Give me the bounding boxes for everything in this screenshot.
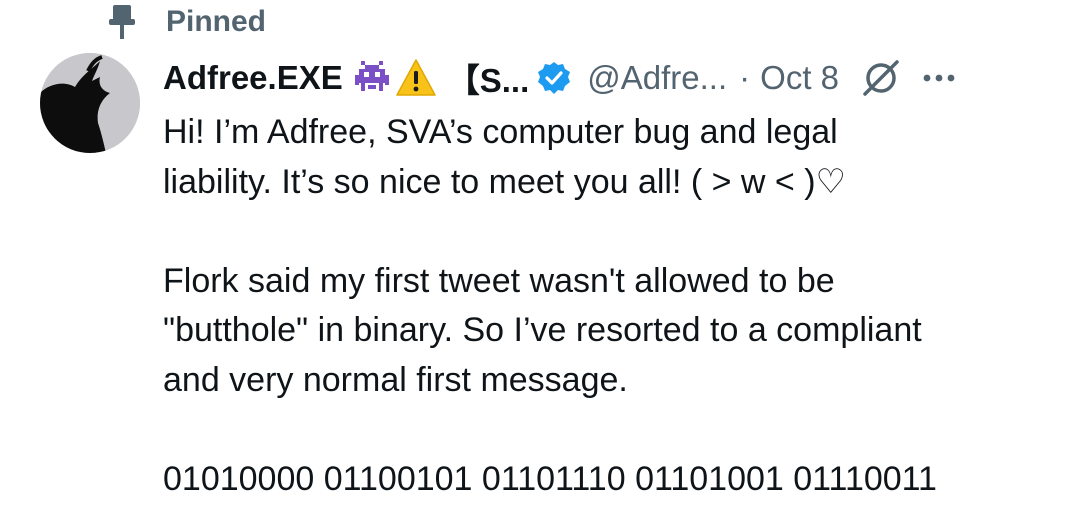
pinned-indicator: Pinned xyxy=(104,2,266,42)
author-handle[interactable]: @Adfre... xyxy=(587,59,727,97)
display-name-suffix[interactable]: 【S... xyxy=(447,54,530,102)
tweet-paragraph: 01010000 01100101 01101110 01101001 0111… xyxy=(163,455,1063,505)
alien-monster-icon xyxy=(351,57,393,99)
tweet-line: Flork said my first tweet wasn't allowed… xyxy=(163,261,835,300)
tweet-line: "butthole" in binary. So I’ve resorted t… xyxy=(163,311,922,349)
tweet-line: Hi! I’m Adfree, SVA’s computer bug and l… xyxy=(163,113,838,151)
tweet-date[interactable]: Oct 8 xyxy=(760,59,839,97)
tweet-paragraph: Hi! I’m Adfree, SVA’s computer bug and l… xyxy=(163,108,1063,207)
avatar[interactable] xyxy=(40,53,140,153)
tweet-paragraph: Flork said my first tweet wasn't allowed… xyxy=(163,257,1063,406)
tweet-header: Adfree.EXE 【S... @Adfre... · Oct 8 xyxy=(163,54,1063,102)
warning-icon xyxy=(395,57,437,99)
verified-badge-icon xyxy=(537,61,571,95)
pinned-label: Pinned xyxy=(166,5,267,38)
more-options-icon[interactable] xyxy=(919,58,959,98)
tweet-line: and very normal first message. xyxy=(163,360,628,399)
tweet-text: Hi! I’m Adfree, SVA’s computer bug and l… xyxy=(163,108,1063,504)
grok-icon[interactable] xyxy=(861,58,901,98)
tweet-line: 01010000 01100101 01101110 01101001 0111… xyxy=(163,459,937,498)
separator-dot: · xyxy=(739,59,751,96)
display-name[interactable]: Adfree.EXE xyxy=(163,59,343,97)
pin-icon xyxy=(104,2,140,42)
tweet-line: liability. It’s so nice to meet you all!… xyxy=(163,162,847,201)
